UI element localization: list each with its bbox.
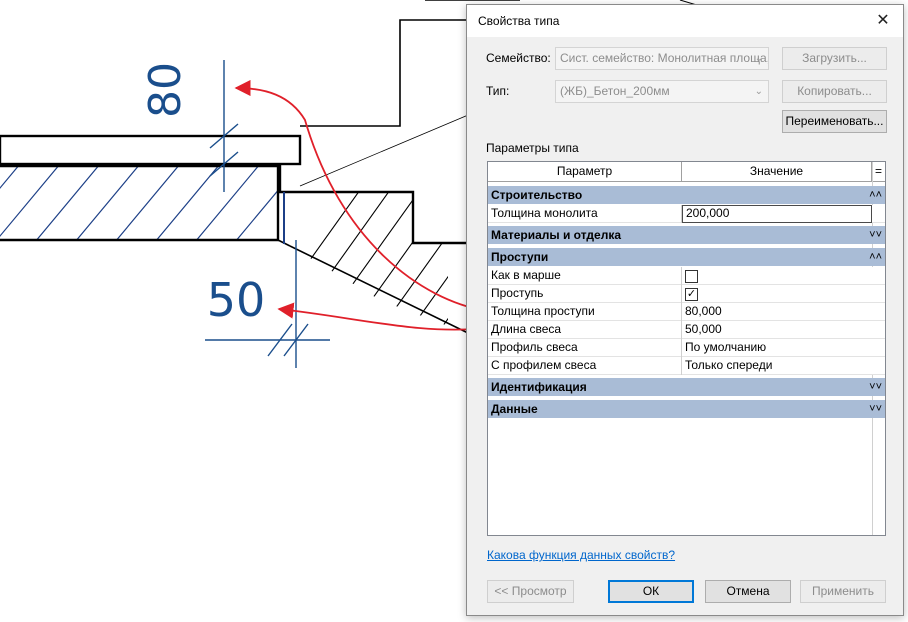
dimension-text-80: 80 [140,62,191,118]
category-label: Материалы и отделка [491,228,622,242]
property-value[interactable]: 80,000 [682,303,872,321]
chevron-down-icon: ⌄ [754,86,763,97]
load-button[interactable]: Загрузить... [782,47,887,70]
type-parameters-grid: Параметр Значение = Строительство ˄˄ Тол… [487,161,886,536]
rename-button[interactable]: Переименовать... [782,110,887,133]
property-row-as-in-flight[interactable]: Как в марше [488,267,885,285]
collapse-icon[interactable]: ˄˄ [869,248,882,266]
category-label: Проступи [491,250,549,264]
property-row-tread-thickness[interactable]: Толщина проступи 80,000 [488,303,885,321]
property-value-input[interactable]: 200,000 [682,205,872,223]
category-label: Идентификация [491,380,587,394]
family-select-value: Сист. семейство: Монолитная площа, [560,51,769,65]
help-link[interactable]: Какова функция данных свойств? [487,548,675,562]
property-row-overhang-profile[interactable]: Профиль свеса По умолчанию [488,339,885,357]
property-name: Проступь [488,285,682,303]
apply-button[interactable]: Применить [800,580,886,603]
copy-button[interactable]: Копировать... [782,80,887,103]
category-data[interactable]: Данные ˅˅ [488,400,885,418]
type-parameters-label: Параметры типа [486,141,579,155]
dialog-titlebar: Свойства типа ✕ [467,5,903,37]
type-select-value: (ЖБ)_Бетон_200мм [560,84,670,98]
property-value[interactable]: 50,000 [682,321,872,339]
type-select[interactable]: (ЖБ)_Бетон_200мм ⌄ [555,80,769,103]
category-materials[interactable]: Материалы и отделка ˅˅ [488,226,885,244]
preview-button[interactable]: << Просмотр [487,580,574,603]
property-row-overhang-length[interactable]: Длина свеса 50,000 [488,321,885,339]
property-name: Толщина проступи [488,303,682,321]
expand-icon[interactable]: ˅˅ [869,226,882,244]
column-header-formula[interactable]: = [872,162,885,182]
family-select[interactable]: Сист. семейство: Монолитная площа, ⌄ [555,47,769,70]
close-icon[interactable]: ✕ [863,5,903,37]
as-in-flight-checkbox[interactable] [685,270,698,283]
property-value[interactable]: По умолчанию [682,339,872,357]
collapse-icon[interactable]: ˄˄ [869,186,882,204]
column-header-parameter[interactable]: Параметр [488,162,682,182]
dialog-title: Свойства типа [478,14,560,28]
expand-icon[interactable]: ˅˅ [869,378,882,396]
chevron-down-icon: ⌄ [754,53,763,64]
tread-checkbox[interactable]: ✓ [685,288,698,301]
expand-icon[interactable]: ˅˅ [869,400,882,418]
property-name: Профиль свеса [488,339,682,357]
column-header-value[interactable]: Значение [682,162,872,182]
property-name: Как в марше [488,267,682,285]
ok-button[interactable]: ОК [608,580,694,603]
family-label: Семейство: [486,51,551,65]
category-label: Данные [491,402,538,416]
annotation-arrow-tread-thickness [234,79,488,312]
category-construction[interactable]: Строительство ˄˄ [488,186,885,204]
slab-section [0,134,302,242]
category-identity[interactable]: Идентификация ˅˅ [488,378,885,396]
property-row-with-overhang-profile[interactable]: С профилем свеса Только спереди [488,357,885,375]
property-row-tread[interactable]: Проступь ✓ [488,285,885,303]
category-treads[interactable]: Проступи ˄˄ [488,248,885,266]
property-name: Толщина монолита [488,205,682,223]
property-value[interactable]: Только спереди [682,357,872,375]
property-row-slab-thickness[interactable]: Толщина монолита 200,000 [488,205,885,223]
property-name: С профилем свеса [488,357,682,375]
cancel-button[interactable]: Отмена [705,580,791,603]
dimension-text-50: 50 [207,273,266,327]
type-label: Тип: [486,84,510,98]
category-label: Строительство [491,188,583,202]
property-name: Длина свеса [488,321,682,339]
